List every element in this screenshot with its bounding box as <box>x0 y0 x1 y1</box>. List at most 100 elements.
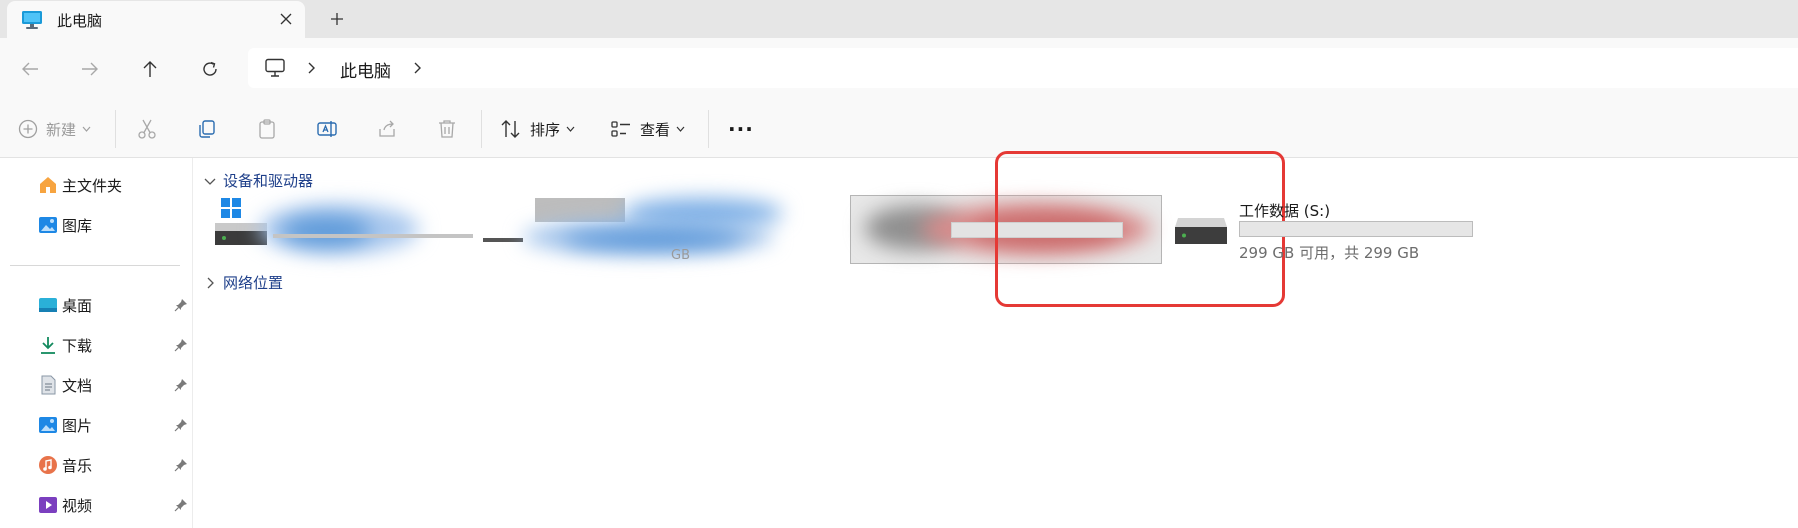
paste-button[interactable] <box>256 116 278 142</box>
sidebar-item-label: 文档 <box>62 376 93 395</box>
section-devices-drives[interactable]: 设备和驱动器 <box>203 170 313 191</box>
refresh-button[interactable] <box>198 57 222 81</box>
drive-s-capacity-bar <box>1239 221 1473 237</box>
sort-button-label: 排序 <box>530 120 561 139</box>
section-title: 网络位置 <box>223 274 284 292</box>
sidebar-divider <box>10 265 180 266</box>
new-button-label: 新建 <box>46 120 77 139</box>
address-bar[interactable]: 此电脑 <box>248 48 1798 88</box>
hard-drive-icon <box>1175 218 1227 244</box>
up-button[interactable] <box>138 57 162 81</box>
refresh-icon <box>203 61 217 76</box>
breadcrumb-chevron-icon[interactable] <box>412 60 424 76</box>
sidebar-item-gallery[interactable]: 图库 <box>38 211 188 239</box>
drive-tile[interactable]: GB <box>483 198 833 266</box>
cut-button[interactable] <box>136 116 158 142</box>
title-tab-bar: 此电脑 <box>0 0 1798 38</box>
copy-icon <box>199 120 215 138</box>
rename-button[interactable] <box>316 116 338 142</box>
divider <box>481 110 482 148</box>
share-button[interactable] <box>376 116 398 142</box>
navigation-bar: 此电脑 <box>0 38 1798 100</box>
rename-icon <box>317 121 337 137</box>
pin-icon[interactable] <box>174 498 188 512</box>
chevron-down-icon <box>82 126 91 132</box>
redaction-blur <box>623 198 783 228</box>
gallery-icon <box>38 215 58 235</box>
sidebar-item-label: 图库 <box>62 216 93 235</box>
section-network-locations[interactable]: 网络位置 <box>203 272 283 293</box>
drive-tile[interactable] <box>215 198 473 266</box>
music-icon <box>38 455 58 475</box>
navigation-pane: 主文件夹 图库 桌面 下载 文档 图片 音乐 视频 <box>0 158 193 528</box>
sidebar-item-label: 主文件夹 <box>62 176 123 195</box>
new-button[interactable]: 新建 <box>18 116 91 142</box>
arrow-right-icon <box>82 62 98 76</box>
tab-title: 此电脑 <box>57 12 103 30</box>
document-icon <box>38 375 58 395</box>
section-title: 设备和驱动器 <box>223 172 314 190</box>
clipboard-icon <box>259 119 275 139</box>
new-tab-button[interactable] <box>326 8 348 30</box>
drive-capacity-text: GB <box>671 248 690 263</box>
tab-this-pc[interactable]: 此电脑 <box>7 1 305 38</box>
sidebar-item-videos[interactable]: 视频 <box>38 491 188 519</box>
chevron-down-icon <box>566 126 575 132</box>
computer-outline-icon <box>264 58 286 78</box>
command-bar: 新建 排序 查看 ··· <box>0 100 1798 158</box>
copy-button[interactable] <box>196 116 218 142</box>
chevron-down-icon <box>204 178 216 185</box>
sidebar-item-home[interactable]: 主文件夹 <box>38 171 188 199</box>
sort-icon <box>501 120 520 138</box>
pin-icon[interactable] <box>174 458 188 472</box>
sidebar-item-desktop[interactable]: 桌面 <box>38 291 188 319</box>
pin-icon[interactable] <box>174 338 188 352</box>
plus-icon <box>331 13 343 25</box>
video-icon <box>38 495 58 515</box>
forward-button[interactable] <box>78 57 102 81</box>
divider <box>708 110 709 148</box>
sidebar-item-label: 音乐 <box>62 456 93 475</box>
close-tab-button[interactable] <box>275 8 297 30</box>
sidebar-item-label: 桌面 <box>62 296 93 315</box>
arrow-left-icon <box>22 62 38 76</box>
sort-button[interactable]: 排序 <box>500 116 575 142</box>
drive-s-name: 工作数据 (S:) <box>1239 202 1331 220</box>
pin-icon[interactable] <box>174 418 188 432</box>
breadcrumb-this-pc[interactable]: 此电脑 <box>340 57 391 82</box>
pictures-icon <box>38 415 58 435</box>
drive-s-free-space: 299 GB 可用，共 299 GB <box>1239 244 1420 262</box>
capacity-bar <box>273 234 473 238</box>
redaction-blur <box>281 216 371 246</box>
sidebar-item-label: 下载 <box>62 336 93 355</box>
desktop-icon <box>38 295 58 315</box>
redaction-blur <box>483 238 523 242</box>
sidebar-item-label: 图片 <box>62 416 93 435</box>
redaction-blur <box>563 232 743 248</box>
breadcrumb-chevron-icon[interactable] <box>306 60 318 76</box>
pin-icon[interactable] <box>174 378 188 392</box>
back-button[interactable] <box>18 57 42 81</box>
sidebar-item-music[interactable]: 音乐 <box>38 451 188 479</box>
scissors-icon <box>138 119 156 139</box>
view-list-icon <box>611 121 630 137</box>
delete-button[interactable] <box>436 116 458 142</box>
view-button[interactable]: 查看 <box>610 116 685 142</box>
sidebar-item-pictures[interactable]: 图片 <box>38 411 188 439</box>
download-icon <box>38 335 58 355</box>
share-icon <box>379 120 395 137</box>
sidebar-item-documents[interactable]: 文档 <box>38 371 188 399</box>
more-options-button[interactable]: ··· <box>728 116 754 142</box>
close-icon <box>280 13 292 25</box>
plus-circle-icon <box>18 119 38 139</box>
trash-icon <box>439 120 455 138</box>
sidebar-item-label: 视频 <box>62 496 93 515</box>
chevron-right-icon <box>207 277 214 288</box>
sidebar-item-downloads[interactable]: 下载 <box>38 331 188 359</box>
pin-icon[interactable] <box>174 298 188 312</box>
home-icon <box>38 175 58 195</box>
computer-icon <box>21 10 43 30</box>
divider <box>115 110 116 148</box>
redaction-blur <box>535 198 625 222</box>
chevron-down-icon <box>676 126 685 132</box>
